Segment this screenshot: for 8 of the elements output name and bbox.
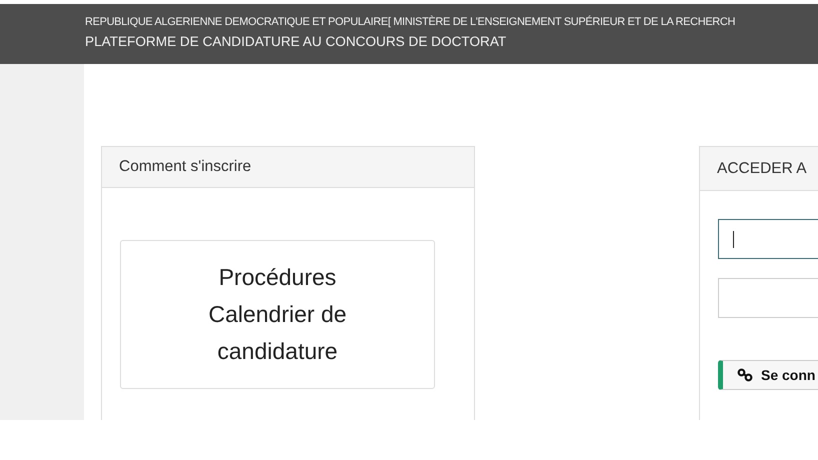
card-title: Comment s'inscrire	[119, 158, 252, 176]
info-link[interactable]: Procédures	[192, 259, 362, 296]
header-title: REPUBLIQUE ALGERIENNE DEMOCRATIQUE ET POPULAIRE[ MINISTÈRE DE L'ENSEIGNEMENT SUPÉRIEUR ET DE LA RECHERCH	[85, 16, 736, 28]
card-title: ACCEDER A	[717, 160, 807, 178]
platform-title: PLATEFORME DE CANDIDATURE AU CONCOURS DE DOCTORAT	[85, 34, 506, 49]
login-button[interactable]: Se conn	[718, 360, 818, 390]
info-link[interactable]: Calendrier de candidature	[192, 296, 362, 370]
link-icon	[737, 368, 753, 382]
